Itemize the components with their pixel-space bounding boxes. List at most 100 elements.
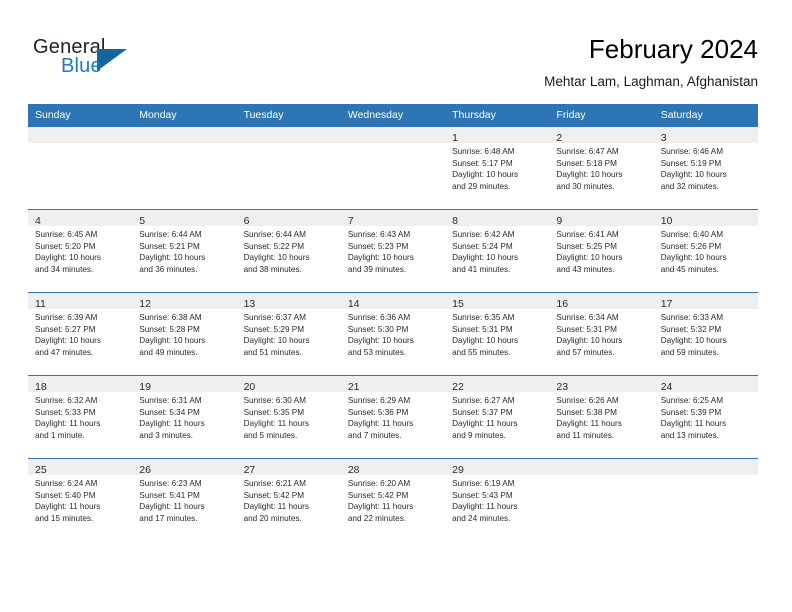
day-cell-content: 29 Sunrise: 6:19 AM Sunset: 5:43 PM Dayligh…	[445, 459, 550, 541]
sunrise-text: Sunrise: 6:35 AM	[452, 313, 515, 322]
day-number-band: 26	[132, 459, 237, 476]
weekday-header-wednesday: Wednesday	[340, 104, 446, 127]
calendar-day-cell[interactable]: 13 Sunrise: 6:37 AM Sunset: 5:29 PM Dayligh…	[236, 292, 341, 376]
sunset-text: Sunset: 5:42 PM	[347, 490, 409, 500]
calendar-day-cell[interactable]: 22 Sunrise: 6:27 AM Sunset: 5:37 PM Dayligh…	[445, 375, 550, 459]
sunset-text: Sunset: 5:41 PM	[139, 490, 200, 500]
daylight-text-line2: and 17 minutes.	[139, 513, 198, 523]
daylight-text-line2: and 32 minutes.	[660, 181, 719, 191]
day-number: 15	[452, 298, 464, 310]
calendar-day-cell[interactable]: 11 Sunrise: 6:39 AM Sunset: 5:27 PM Dayligh…	[28, 292, 133, 376]
daylight-text-line1: Daylight: 11 hours	[243, 502, 309, 512]
sunrise-text: Sunrise: 6:39 AM	[35, 313, 98, 322]
daylight-text-line1: Daylight: 10 hours	[556, 253, 623, 263]
calendar-day-cell[interactable]: 12 Sunrise: 6:38 AM Sunset: 5:28 PM Dayligh…	[132, 292, 237, 376]
sunrise-text: Sunrise: 6:20 AM	[347, 479, 411, 488]
calendar-day-cell[interactable]: 15 Sunrise: 6:35 AM Sunset: 5:31 PM Dayligh…	[445, 292, 550, 376]
sunrise-text: Sunrise: 6:38 AM	[139, 313, 202, 322]
daylight-text-line1: Daylight: 11 hours	[452, 502, 518, 512]
general-blue-logo[interactable]: General Blue	[33, 36, 153, 84]
day-number: 18	[35, 381, 47, 393]
sunset-text: Sunset: 5:37 PM	[452, 407, 513, 417]
weekday-header-tuesday: Tuesday	[236, 104, 341, 127]
daylight-text-line2: and 49 minutes.	[139, 347, 198, 357]
calendar-day-cell[interactable]: 18 Sunrise: 6:32 AM Sunset: 5:33 PM Dayligh…	[28, 375, 133, 459]
calendar-day-cell[interactable]: 1 Sunrise: 6:48 AM Sunset: 5:17 PM Daylight…	[445, 126, 550, 210]
calendar-day-cell[interactable]: 7 Sunrise: 6:43 AM Sunset: 5:23 PM Daylight…	[340, 209, 446, 293]
daylight-text-line1: Daylight: 10 hours	[139, 336, 206, 346]
calendar-day-cell[interactable]: 3 Sunrise: 6:46 AM Sunset: 5:19 PM Daylight…	[653, 126, 758, 210]
calendar-day-cell[interactable]: 23 Sunrise: 6:26 AM Sunset: 5:38 PM Dayligh…	[549, 375, 654, 459]
day-number-band: 16	[549, 293, 654, 310]
day-number: 20	[243, 381, 256, 393]
sunset-text: Sunset: 5:31 PM	[452, 324, 513, 334]
calendar-day-cell[interactable]: 25 Sunrise: 6:24 AM Sunset: 5:40 PM Dayligh…	[28, 458, 133, 541]
calendar-day-cell[interactable]: 10 Sunrise: 6:40 AM Sunset: 5:26 PM Dayligh…	[653, 209, 758, 293]
calendar-day-cell[interactable]: 24 Sunrise: 6:25 AM Sunset: 5:39 PM Dayligh…	[653, 375, 758, 459]
day-cell-content: 8 Sunrise: 6:42 AM Sunset: 5:24 PM Daylight…	[445, 210, 550, 292]
sunrise-text: Sunrise: 6:31 AM	[139, 396, 202, 405]
calendar-day-cell[interactable]: 27 Sunrise: 6:21 AM Sunset: 5:42 PM Dayligh…	[236, 458, 341, 541]
day-number: 26	[139, 464, 151, 476]
day-number-band: 24	[653, 376, 758, 393]
sunset-text: Sunset: 5:23 PM	[347, 241, 409, 251]
calendar-empty-cell	[132, 126, 237, 210]
day-number-band: 5	[132, 210, 237, 227]
sunset-text: Sunset: 5:25 PM	[556, 241, 617, 251]
daylight-text-line2: and 57 minutes.	[556, 347, 615, 357]
calendar-day-cell[interactable]: 29 Sunrise: 6:19 AM Sunset: 5:43 PM Dayligh…	[445, 458, 550, 541]
calendar-day-cell[interactable]: 21 Sunrise: 6:29 AM Sunset: 5:36 PM Dayligh…	[340, 375, 446, 459]
day-sun-info: Sunrise: 6:38 AM Sunset: 5:28 PM Daylight:…	[132, 309, 236, 358]
calendar-day-cell[interactable]: 9 Sunrise: 6:41 AM Sunset: 5:25 PM Daylight…	[549, 209, 654, 293]
daylight-text-line2: and 22 minutes.	[347, 513, 407, 523]
daylight-text-line1: Daylight: 10 hours	[452, 336, 519, 346]
sunrise-text: Sunrise: 6:47 AM	[556, 147, 619, 156]
calendar-day-cell[interactable]: 4 Sunrise: 6:45 AM Sunset: 5:20 PM Daylight…	[28, 209, 133, 293]
calendar-day-cell[interactable]: 14 Sunrise: 6:36 AM Sunset: 5:30 PM Dayligh…	[340, 292, 446, 376]
daylight-text-line1: Daylight: 10 hours	[35, 336, 101, 346]
day-number: 7	[347, 215, 354, 227]
calendar-day-cell[interactable]: 8 Sunrise: 6:42 AM Sunset: 5:24 PM Daylight…	[445, 209, 550, 293]
calendar-day-cell[interactable]: 2 Sunrise: 6:47 AM Sunset: 5:18 PM Daylight…	[549, 126, 654, 210]
day-number-band: 4	[28, 210, 133, 227]
calendar-day-cell[interactable]: 26 Sunrise: 6:23 AM Sunset: 5:41 PM Dayligh…	[132, 458, 237, 541]
sunrise-text: Sunrise: 6:41 AM	[556, 230, 619, 239]
day-sun-info: Sunrise: 6:29 AM Sunset: 5:36 PM Daylight:…	[341, 392, 445, 441]
daylight-text-line2: and 36 minutes.	[139, 264, 198, 274]
day-cell-content: 18 Sunrise: 6:32 AM Sunset: 5:33 PM Dayligh…	[28, 376, 133, 458]
daylight-text-line1: Daylight: 11 hours	[243, 419, 309, 429]
calendar-day-cell[interactable]: 16 Sunrise: 6:34 AM Sunset: 5:31 PM Dayligh…	[549, 292, 654, 376]
calendar-header-row: Sunday Monday Tuesday Wednesday Thursday…	[28, 104, 758, 127]
calendar-day-cell[interactable]: 6 Sunrise: 6:44 AM Sunset: 5:22 PM Daylight…	[236, 209, 341, 293]
calendar-day-cell[interactable]: 28 Sunrise: 6:20 AM Sunset: 5:42 PM Dayligh…	[340, 458, 446, 541]
day-number-band: 29	[445, 459, 550, 476]
calendar-week-row: 18 Sunrise: 6:32 AM Sunset: 5:33 PM Dayligh…	[28, 375, 758, 459]
weekday-header-sunday: Sunday	[28, 104, 133, 127]
sunset-text: Sunset: 5:42 PM	[243, 490, 305, 500]
sunrise-text: Sunrise: 6:44 AM	[139, 230, 202, 239]
day-cell-content: 26 Sunrise: 6:23 AM Sunset: 5:41 PM Dayligh…	[132, 459, 237, 541]
calendar-day-cell[interactable]: 19 Sunrise: 6:31 AM Sunset: 5:34 PM Dayligh…	[132, 375, 237, 459]
sunrise-text: Sunrise: 6:21 AM	[243, 479, 306, 488]
day-cell-content: 22 Sunrise: 6:27 AM Sunset: 5:37 PM Dayligh…	[445, 376, 550, 458]
calendar-empty-cell	[549, 458, 654, 541]
sunrise-text: Sunrise: 6:37 AM	[243, 313, 306, 322]
calendar-day-cell[interactable]: 20 Sunrise: 6:30 AM Sunset: 5:35 PM Dayligh…	[236, 375, 341, 459]
daylight-text-line1: Daylight: 10 hours	[452, 170, 519, 180]
daylight-text-line2: and 20 minutes.	[243, 513, 302, 523]
calendar-day-cell[interactable]: 5 Sunrise: 6:44 AM Sunset: 5:21 PM Daylight…	[132, 209, 237, 293]
calendar-table: Sunday Monday Tuesday Wednesday Thursday…	[28, 104, 758, 541]
daylight-text-line1: Daylight: 10 hours	[35, 253, 101, 263]
calendar-day-cell[interactable]: 17 Sunrise: 6:33 AM Sunset: 5:32 PM Dayligh…	[653, 292, 758, 376]
day-sun-info: Sunrise: 6:40 AM Sunset: 5:26 PM Daylight:…	[654, 226, 758, 275]
day-number: 14	[347, 298, 360, 310]
sunrise-text: Sunrise: 6:29 AM	[347, 396, 411, 405]
page-title: February 2024	[588, 34, 758, 64]
sunset-text: Sunset: 5:29 PM	[243, 324, 305, 334]
day-number-band	[132, 127, 237, 143]
day-cell-content: 3 Sunrise: 6:46 AM Sunset: 5:19 PM Daylight…	[653, 127, 758, 209]
day-number-band: 14	[340, 293, 446, 310]
day-number: 4	[35, 215, 41, 227]
sunset-text: Sunset: 5:40 PM	[35, 490, 96, 500]
day-sun-info: Sunrise: 6:37 AM Sunset: 5:29 PM Daylight:…	[237, 309, 341, 358]
